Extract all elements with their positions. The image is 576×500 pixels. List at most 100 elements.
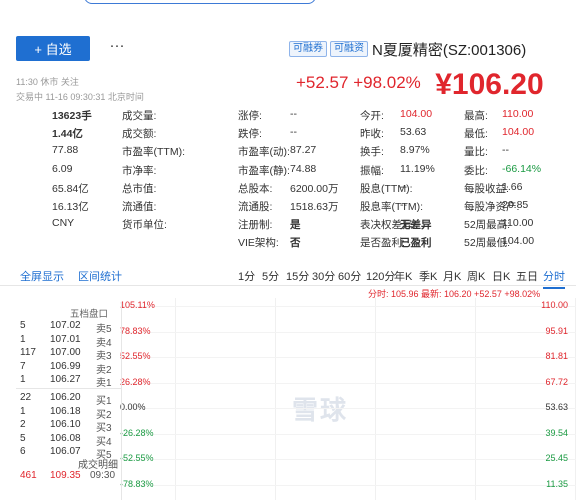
- quote-value: 6200.00万: [290, 182, 339, 195]
- quote-label: 最低:: [464, 128, 488, 141]
- tab-5[interactable]: 季K: [419, 268, 437, 284]
- chart-gridline: [175, 298, 176, 500]
- order-book-row: 1 107.01 卖4: [16, 333, 122, 349]
- order-book-row: 117 107.00 卖3: [16, 347, 122, 362]
- y-axis-price-label: 53.63: [545, 402, 568, 412]
- order-price: 106.27: [50, 374, 81, 386]
- quote-label: 市盈率(动):: [238, 146, 290, 159]
- quote-value: 104.00: [502, 235, 535, 248]
- quote-value: --: [502, 144, 509, 157]
- tab-4[interactable]: 月K: [443, 268, 461, 284]
- trade-detail-title: 成交明细: [16, 456, 122, 471]
- quote-label: 市净率:: [122, 164, 157, 177]
- stock-name: N夏厦精密(SZ:001306): [372, 42, 527, 59]
- tag-margin-financing[interactable]: 可融资: [330, 41, 368, 57]
- range-stats-link[interactable]: 区间统计: [78, 268, 122, 284]
- order-volume: 117: [20, 347, 36, 359]
- quote-label: 股息率(TTM):: [360, 200, 423, 213]
- quote-row: 最高: 110.00 今开: 104.00 涨停: -- 成交量: 13623手: [16, 108, 576, 126]
- quote-row: 委比: -66.14% 振幅: 11.19% 市盈率(静): 74.88 市净率: 6.09: [16, 163, 576, 181]
- quote-value: --: [400, 180, 407, 193]
- order-price: 107.01: [50, 333, 81, 345]
- quote-row: 最低: 104.00 昨收: 53.63 跌停: -- 成交额: 1.44亿: [16, 126, 576, 144]
- quote-value: 无差异: [400, 219, 432, 232]
- quote-value: 74.88: [290, 162, 317, 175]
- search-input[interactable]: [84, 0, 316, 4]
- quote-value: 6.09: [52, 162, 73, 175]
- y-axis-price-label: 67.72: [545, 376, 568, 387]
- quote-value: 65.84亿: [52, 182, 89, 195]
- quote-value: 104.00: [502, 126, 535, 139]
- tab-2[interactable]: 日K: [492, 268, 510, 284]
- quote-value: 77.88: [52, 144, 79, 157]
- quote-label: 成交额:: [122, 128, 157, 141]
- tab-11[interactable]: 5分: [262, 268, 279, 284]
- tab-3[interactable]: 周K: [467, 268, 485, 284]
- quote-label: 成交量:: [122, 110, 157, 122]
- tab-7[interactable]: 120分: [366, 268, 395, 284]
- quote-label: VIE架构:: [238, 237, 279, 250]
- quote-value: 87.27: [290, 144, 317, 157]
- tab-9[interactable]: 30分: [312, 268, 335, 284]
- price-block: +52.57 +98.02% ¥106.20: [296, 68, 544, 102]
- tab-0[interactable]: 分时: [543, 268, 565, 289]
- add-watchlist-button[interactable]: + 自选: [16, 36, 90, 61]
- chart-gridline: [120, 331, 576, 333]
- y-axis-percent-label: -52.55%: [120, 453, 154, 463]
- tab-1[interactable]: 五日: [516, 268, 538, 284]
- fullscreen-link[interactable]: 全屏显示: [20, 268, 64, 284]
- order-price: 106.08: [50, 432, 81, 444]
- quote-value: 1.44亿: [52, 128, 83, 141]
- quote-label: 流通股:: [238, 200, 273, 213]
- y-axis-price-label: 25.45: [545, 453, 568, 463]
- quote-label: 注册制:: [238, 219, 273, 232]
- order-book-title: 五档盘口: [70, 309, 109, 320]
- order-price: 107.00: [50, 347, 81, 359]
- tab-8[interactable]: 60分: [338, 268, 361, 284]
- current-price: ¥106.20: [435, 68, 544, 101]
- order-volume: 5: [20, 320, 26, 331]
- market-status: 11:30 休市 关注: [16, 77, 79, 87]
- quote-label: 最高:: [464, 110, 488, 122]
- tag-margin-short[interactable]: 可融券: [289, 41, 327, 57]
- chart-gridline: [120, 357, 576, 358]
- quote-label: 是否盈利:: [360, 237, 405, 250]
- tab-6[interactable]: 年K: [394, 268, 412, 284]
- quote-value: 1.66: [502, 180, 523, 193]
- order-book: 五档盘口 5 107.02 卖5 1 107.01 卖4 117 107.00 卖3 7 106.9…: [16, 302, 122, 500]
- chart-gridline: [120, 408, 576, 409]
- quote-row: 每股净资产: 20.85 股息率(TTM): -- 流通股: 1518.63万 流通值: 16…: [16, 199, 576, 217]
- trade-volume: 461: [20, 470, 37, 481]
- order-volume: 5: [20, 432, 26, 444]
- quote-value: 16.13亿: [52, 200, 89, 213]
- y-axis-percent-label: 26.28%: [120, 376, 151, 387]
- y-axis-price-label: 95.91: [545, 325, 568, 336]
- quote-value: 53.63: [400, 126, 427, 139]
- tab-12[interactable]: 1分: [238, 268, 255, 284]
- tab-10[interactable]: 15分: [286, 268, 309, 284]
- quote-value: 是: [290, 219, 301, 232]
- quote-label: 涨停:: [238, 110, 262, 122]
- quote-label: 跌停:: [238, 128, 262, 141]
- quote-value: 110.00: [502, 217, 534, 230]
- intraday-chart[interactable]: 雪球 110.00 95.91 81.81 67.72 53.63 39.54 25.45 1…: [120, 298, 576, 500]
- trade-price: 109.35: [50, 470, 81, 481]
- quote-label: 换手:: [360, 146, 384, 159]
- quote-value: 104.00: [400, 108, 433, 120]
- order-book-row: 2 106.10 买3: [16, 419, 122, 434]
- y-axis-price-label: 81.81: [545, 351, 568, 361]
- top-bar: [0, 0, 576, 6]
- y-axis-percent-label: 105.11%: [120, 300, 155, 310]
- quote-label: 货币单位:: [122, 219, 167, 232]
- more-button[interactable]: ···: [106, 37, 128, 59]
- order-price: 106.10: [50, 419, 81, 431]
- y-axis-percent-label: 78.83%: [120, 325, 151, 336]
- order-price: 106.18: [50, 405, 81, 417]
- quote-label: 委比:: [464, 164, 488, 177]
- order-price: 107.02: [50, 320, 81, 331]
- quote-label: 今开:: [360, 110, 384, 122]
- chart-gridline: [375, 298, 376, 500]
- y-axis-percent-label: 0.00%: [120, 402, 146, 412]
- order-volume: 7: [20, 360, 26, 372]
- quote-label: 量比:: [464, 146, 488, 159]
